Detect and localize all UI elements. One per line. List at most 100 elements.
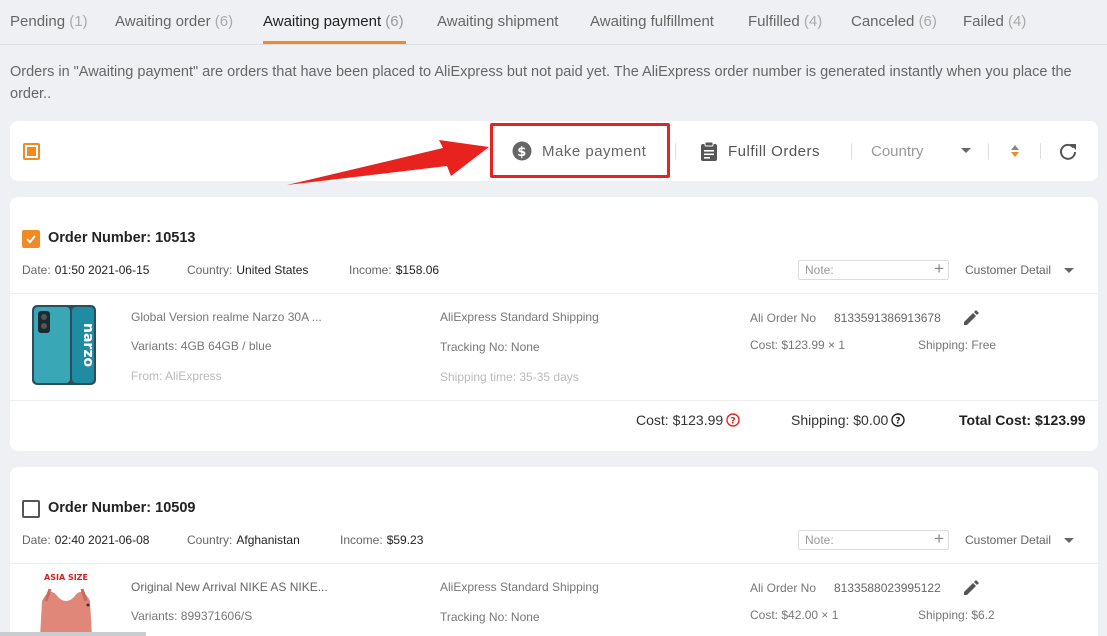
customer-detail-toggle[interactable]: Customer Detail	[965, 263, 1075, 277]
sort-icon[interactable]	[1010, 143, 1020, 159]
tab-awaiting-fulfillment[interactable]: Awaiting fulfillment	[590, 13, 714, 30]
ali-order-label: Ali Order No	[750, 581, 817, 595]
customer-detail-toggle[interactable]: Customer Detail	[965, 533, 1075, 547]
country-label: Country:	[187, 263, 233, 277]
product-variants: Variants: 4GB 64GB / blue	[131, 339, 272, 353]
partial-selection-indicator	[27, 147, 36, 156]
tab-count: (6)	[918, 13, 937, 30]
tab-label: Failed	[963, 13, 1004, 30]
income-label: Income:	[340, 533, 383, 547]
country-select[interactable]: Country	[871, 121, 971, 181]
tab-label: Awaiting payment	[263, 13, 382, 30]
shipping-total-line: Shipping: $0.00?	[791, 412, 906, 428]
make-payment-button[interactable]: $ Make payment	[512, 121, 646, 181]
tracking-number: Tracking No: None	[440, 340, 540, 354]
tab-pending[interactable]: Pending (1)	[10, 13, 88, 30]
clipboard-icon	[701, 141, 717, 161]
note-field[interactable]: Note: +	[798, 529, 949, 550]
divider	[851, 143, 852, 159]
ali-order-number: 8133588023995122	[834, 581, 941, 595]
product-title[interactable]: Original New Arrival NIKE AS NIKE...	[131, 580, 328, 594]
status-tabs: Pending (1) Awaiting order (6) Awaiting …	[0, 0, 1107, 45]
plus-icon[interactable]: +	[934, 529, 944, 549]
order-checkbox[interactable]	[22, 500, 40, 518]
ali-order-number: 8133591386913678	[834, 311, 941, 325]
bulk-action-toolbar: $ Make payment Fulfill Orders Country	[10, 121, 1098, 181]
tab-awaiting-shipment[interactable]: Awaiting shipment	[437, 13, 558, 30]
make-payment-label: Make payment	[542, 142, 647, 160]
tab-fulfilled[interactable]: Fulfilled (4)	[748, 13, 822, 30]
tab-count: (1)	[69, 13, 88, 30]
pencil-icon[interactable]	[962, 309, 980, 327]
product-image[interactable]: narzo	[30, 303, 102, 387]
help-icon[interactable]: ?	[726, 413, 740, 427]
shipping-method: AliExpress Standard Shipping	[440, 580, 599, 594]
product-variants: Variants: 899371606/S	[131, 609, 253, 623]
tab-label: Awaiting shipment	[437, 13, 559, 30]
active-tab-indicator	[263, 41, 406, 44]
order-checkbox[interactable]	[22, 230, 40, 248]
item-shipping: Shipping: Free	[918, 338, 997, 352]
horizontal-scrollbar[interactable]	[0, 632, 146, 636]
product-title[interactable]: Global Version realme Narzo 30A ...	[131, 310, 322, 324]
tab-label: Pending	[10, 13, 66, 30]
item-cost: Cost: $42.00 × 1	[750, 608, 839, 622]
fulfill-orders-button[interactable]: Fulfill Orders	[700, 121, 820, 181]
note-placeholder: Note:	[805, 533, 834, 547]
order-number: Order Number: 10509	[48, 500, 196, 516]
refresh-icon[interactable]	[1058, 141, 1078, 161]
divider	[10, 293, 1098, 294]
tab-canceled[interactable]: Canceled (6)	[851, 13, 937, 30]
svg-text:$: $	[517, 145, 527, 160]
product-source: From: AliExpress	[131, 369, 222, 383]
item-cost: Cost: $123.99 × 1	[750, 338, 846, 352]
tab-count: (4)	[803, 13, 823, 30]
order-number-label: Order Number:	[48, 230, 152, 246]
item-shipping: Shipping: $6.2	[918, 608, 995, 622]
divider	[10, 400, 1098, 401]
note-placeholder: Note:	[805, 263, 834, 277]
order-date: Date: 01:50 2021-06-15	[22, 263, 149, 277]
shipping-method: AliExpress Standard Shipping	[440, 310, 599, 324]
divider	[10, 563, 1098, 564]
tab-failed[interactable]: Failed (4)	[963, 13, 1026, 30]
svg-text:?: ?	[896, 417, 901, 427]
tracking-number: Tracking No: None	[440, 610, 540, 624]
ali-order-label: Ali Order No	[750, 311, 817, 325]
tab-label: Canceled	[851, 13, 915, 30]
total-cost-line: Cost: $123.99?	[636, 412, 740, 428]
tab-label: Awaiting fulfillment	[590, 13, 714, 30]
tab-count: (4)	[1008, 13, 1027, 30]
note-field[interactable]: Note: +	[798, 259, 949, 280]
income-value: $158.06	[395, 263, 440, 277]
grand-total: Total Cost: $123.99	[959, 412, 1086, 428]
order-card: Order Number: 10509 Date: 02:40 2021-06-0…	[10, 467, 1098, 636]
date-label: Date:	[22, 533, 51, 547]
divider	[1040, 143, 1041, 159]
shipping-time: Shipping time: 35-35 days	[440, 370, 579, 384]
customer-detail-label: Customer Detail	[965, 263, 1052, 277]
tab-label: Awaiting order	[115, 13, 211, 30]
order-country: Country: Afghanistan	[187, 533, 300, 547]
product-image[interactable]: ASIA SIZE	[30, 571, 102, 636]
date-label: Date:	[22, 263, 51, 277]
tab-awaiting-payment[interactable]: Awaiting payment (6)	[263, 13, 404, 30]
product-image-caption: ASIA SIZE	[44, 573, 88, 582]
svg-text:narzo: narzo	[80, 323, 96, 367]
chevron-down-icon	[1064, 538, 1075, 544]
order-number-label: Order Number:	[48, 500, 152, 516]
pencil-icon[interactable]	[962, 579, 980, 597]
shipping-total: Shipping: $0.00	[791, 412, 889, 428]
plus-icon[interactable]: +	[934, 259, 944, 279]
order-date: Date: 02:40 2021-06-08	[22, 533, 149, 547]
order-number: Order Number: 10513	[48, 230, 196, 246]
tab-awaiting-order[interactable]: Awaiting order (6)	[115, 13, 233, 30]
svg-text:?: ?	[731, 417, 736, 427]
country-value: Afghanistan	[236, 533, 300, 547]
customer-detail-label: Customer Detail	[965, 533, 1052, 547]
divider	[988, 143, 989, 159]
select-all-checkbox[interactable]	[23, 143, 40, 160]
income-value: $59.23	[386, 533, 424, 547]
help-icon[interactable]: ?	[891, 413, 906, 427]
order-card: Order Number: 10513 Date: 01:50 2021-06-1…	[10, 197, 1098, 451]
